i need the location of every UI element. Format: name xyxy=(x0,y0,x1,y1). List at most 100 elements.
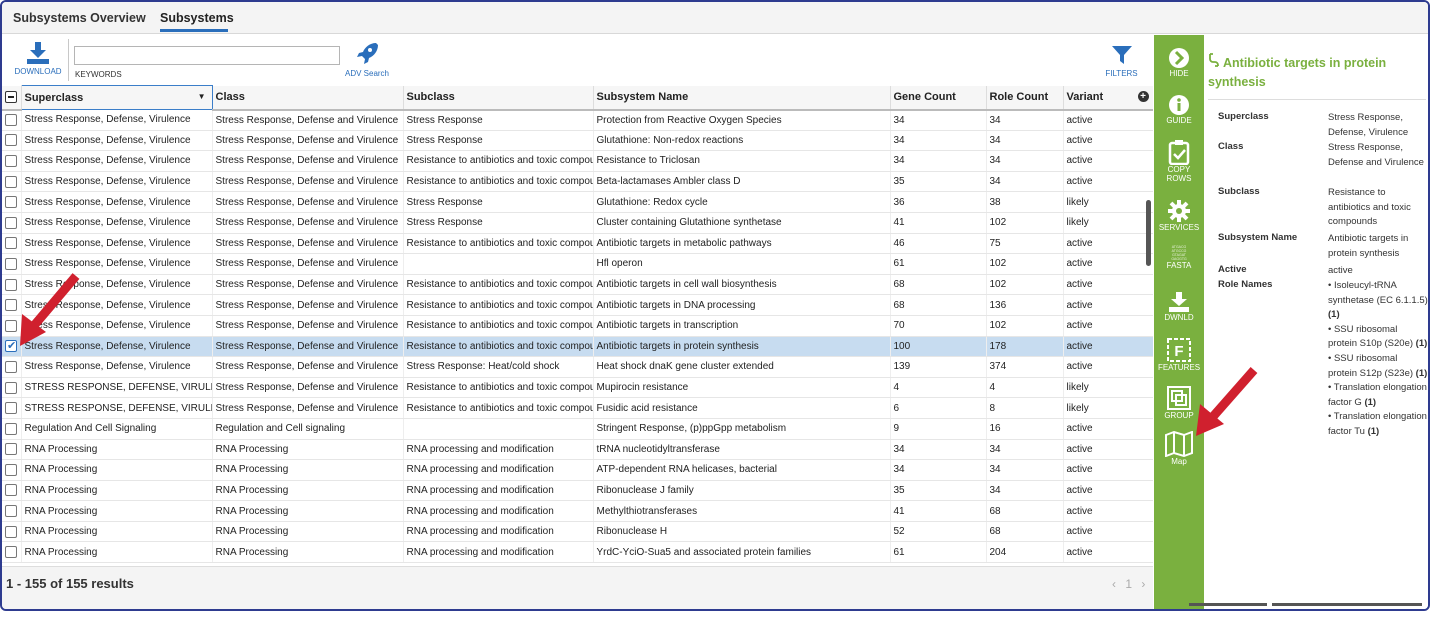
row-checkbox[interactable] xyxy=(5,319,17,332)
row-select-cell[interactable] xyxy=(2,130,22,152)
fasta-button[interactable]: ATGACG ATGCCG GTAGAT GAGGTG FASTA xyxy=(1154,245,1204,270)
row-checkbox[interactable] xyxy=(5,299,17,312)
row-select-cell[interactable] xyxy=(2,521,22,543)
row-checkbox[interactable] xyxy=(5,525,17,538)
column-header-role-count[interactable]: Role Count xyxy=(986,85,1064,111)
features-button[interactable]: F FEATURES xyxy=(1154,337,1204,372)
row-select-cell[interactable] xyxy=(2,480,22,502)
column-header-gene-count[interactable]: Gene Count xyxy=(890,85,987,111)
table-row[interactable]: RNA Processing RNA Processing RNA processi… xyxy=(2,500,1153,522)
adv-search-button[interactable]: ADV Search xyxy=(342,41,392,78)
row-checkbox[interactable] xyxy=(5,443,17,456)
keywords-input[interactable] xyxy=(74,46,340,65)
row-checkbox[interactable] xyxy=(5,134,17,147)
row-checkbox[interactable] xyxy=(5,278,17,291)
table-row[interactable]: Stress Response, Defense, VirulenceStres… xyxy=(2,274,1153,296)
table-row[interactable]: Stress Response, Defense, VirulenceStres… xyxy=(2,294,1153,316)
group-button[interactable]: GROUP xyxy=(1154,385,1204,420)
cell-role-count: 16 xyxy=(986,418,1064,440)
row-checkbox[interactable] xyxy=(5,484,17,497)
cell-class: Stress Response, Defense and Virulence xyxy=(212,356,404,378)
next-page-button[interactable]: › xyxy=(1141,577,1148,591)
row-select-cell[interactable] xyxy=(2,418,22,440)
row-checkbox[interactable] xyxy=(5,360,17,373)
row-select-cell[interactable] xyxy=(2,500,22,522)
row-checkbox[interactable] xyxy=(5,237,17,250)
column-header-subsystem-name[interactable]: Subsystem Name xyxy=(593,85,891,111)
row-select-cell[interactable] xyxy=(2,150,22,172)
table-row[interactable]: RNA Processing RNA Processing RNA processi… xyxy=(2,439,1153,461)
copy-rows-button[interactable]: COPY ROWS xyxy=(1154,139,1204,183)
row-select-cell[interactable] xyxy=(2,315,22,337)
row-checkbox[interactable] xyxy=(5,257,17,270)
row-checkbox[interactable] xyxy=(5,196,17,209)
row-select-cell[interactable] xyxy=(2,294,22,316)
row-checkbox[interactable] xyxy=(5,402,17,415)
column-chooser-icon[interactable]: + xyxy=(1137,91,1149,102)
row-select-cell[interactable] xyxy=(2,233,22,255)
row-checkbox[interactable] xyxy=(5,339,17,353)
row-select-cell[interactable] xyxy=(2,274,22,296)
map-button[interactable]: Map xyxy=(1154,431,1204,466)
map-icon xyxy=(1154,431,1204,457)
table-row[interactable]: RNA Processing RNA Processing RNA processi… xyxy=(2,459,1153,481)
table-row[interactable]: Stress Response, Defense, VirulenceStres… xyxy=(2,356,1153,378)
table-row[interactable]: STRESS RESPONSE, DEFENSE, VIRULEI Stress … xyxy=(2,377,1153,399)
row-select-cell[interactable] xyxy=(2,377,22,399)
select-all-checkbox[interactable] xyxy=(5,91,17,104)
table-row[interactable]: Stress Response, Defense, VirulenceStres… xyxy=(2,130,1153,152)
filters-button[interactable]: FILTERS xyxy=(1099,43,1144,78)
guide-button[interactable]: GUIDE xyxy=(1154,94,1204,125)
column-header-variant[interactable]: Variant + xyxy=(1063,85,1153,111)
column-header-superclass[interactable]: Superclass ▼ xyxy=(20,85,213,110)
table-row[interactable]: Stress Response, Defense, VirulenceStres… xyxy=(2,233,1153,255)
row-checkbox[interactable] xyxy=(5,463,17,476)
row-checkbox[interactable] xyxy=(5,114,17,127)
row-select-cell[interactable] xyxy=(2,212,22,234)
page-number[interactable]: 1 xyxy=(1125,577,1135,591)
tab-subsystems[interactable]: Subsystems xyxy=(160,11,234,25)
row-select-cell[interactable] xyxy=(2,439,22,461)
row-select-cell[interactable] xyxy=(2,541,22,564)
row-select-cell[interactable] xyxy=(2,171,22,193)
hide-button[interactable]: HIDE xyxy=(1154,47,1204,78)
select-all-header[interactable] xyxy=(2,85,22,111)
table-row[interactable]: Stress Response, Defense, VirulenceStres… xyxy=(2,191,1153,213)
grid-scrollbar[interactable] xyxy=(1146,200,1151,266)
table-row[interactable]: Stress Response, Defense, VirulenceStres… xyxy=(2,315,1153,337)
dwnld-button[interactable]: DWNLD xyxy=(1154,291,1204,322)
row-select-cell[interactable] xyxy=(2,253,22,275)
table-row[interactable]: Stress Response, Defense, VirulenceStres… xyxy=(2,336,1153,358)
cell-class: RNA Processing xyxy=(212,541,404,564)
table-row[interactable]: RNA Processing RNA Processing RNA processi… xyxy=(2,480,1153,502)
table-row[interactable]: Stress Response, Defense, VirulenceStres… xyxy=(2,109,1153,131)
table-row[interactable]: Stress Response, Defense, VirulenceStres… xyxy=(2,253,1153,275)
row-select-cell[interactable] xyxy=(2,397,22,419)
services-button[interactable]: SERVICES xyxy=(1154,199,1204,232)
row-checkbox[interactable] xyxy=(5,175,17,188)
table-row[interactable]: RNA Processing RNA Processing RNA processi… xyxy=(2,541,1153,564)
row-checkbox[interactable] xyxy=(5,216,17,229)
table-row[interactable]: Stress Response, Defense, VirulenceStres… xyxy=(2,150,1153,172)
table-row[interactable]: STRESS RESPONSE, DEFENSE, VIRULEI Stress … xyxy=(2,397,1153,419)
detail-value: Stress Response, Defense and Virulence xyxy=(1328,142,1424,168)
download-button[interactable]: DOWNLOAD xyxy=(8,41,68,76)
table-row[interactable]: Stress Response, Defense, VirulenceStres… xyxy=(2,212,1153,234)
row-checkbox[interactable] xyxy=(5,505,17,518)
row-select-cell[interactable] xyxy=(2,191,22,213)
tab-subsystems-overview[interactable]: Subsystems Overview xyxy=(13,11,146,25)
prev-page-button[interactable]: ‹ xyxy=(1112,577,1119,591)
row-select-cell[interactable] xyxy=(2,336,22,358)
table-row[interactable]: RNA Processing RNA Processing RNA processi… xyxy=(2,521,1153,543)
row-checkbox[interactable] xyxy=(5,381,17,394)
row-checkbox[interactable] xyxy=(5,154,17,167)
table-row[interactable]: Regulation And Cell Signaling Regulation … xyxy=(2,418,1153,440)
row-select-cell[interactable] xyxy=(2,356,22,378)
table-row[interactable]: Stress Response, Defense, VirulenceStres… xyxy=(2,171,1153,193)
column-header-class[interactable]: Class xyxy=(212,85,404,111)
column-header-subclass[interactable]: Subclass xyxy=(403,85,594,111)
row-checkbox[interactable] xyxy=(5,422,17,435)
row-select-cell[interactable] xyxy=(2,109,22,131)
row-checkbox[interactable] xyxy=(5,546,17,559)
row-select-cell[interactable] xyxy=(2,459,22,481)
